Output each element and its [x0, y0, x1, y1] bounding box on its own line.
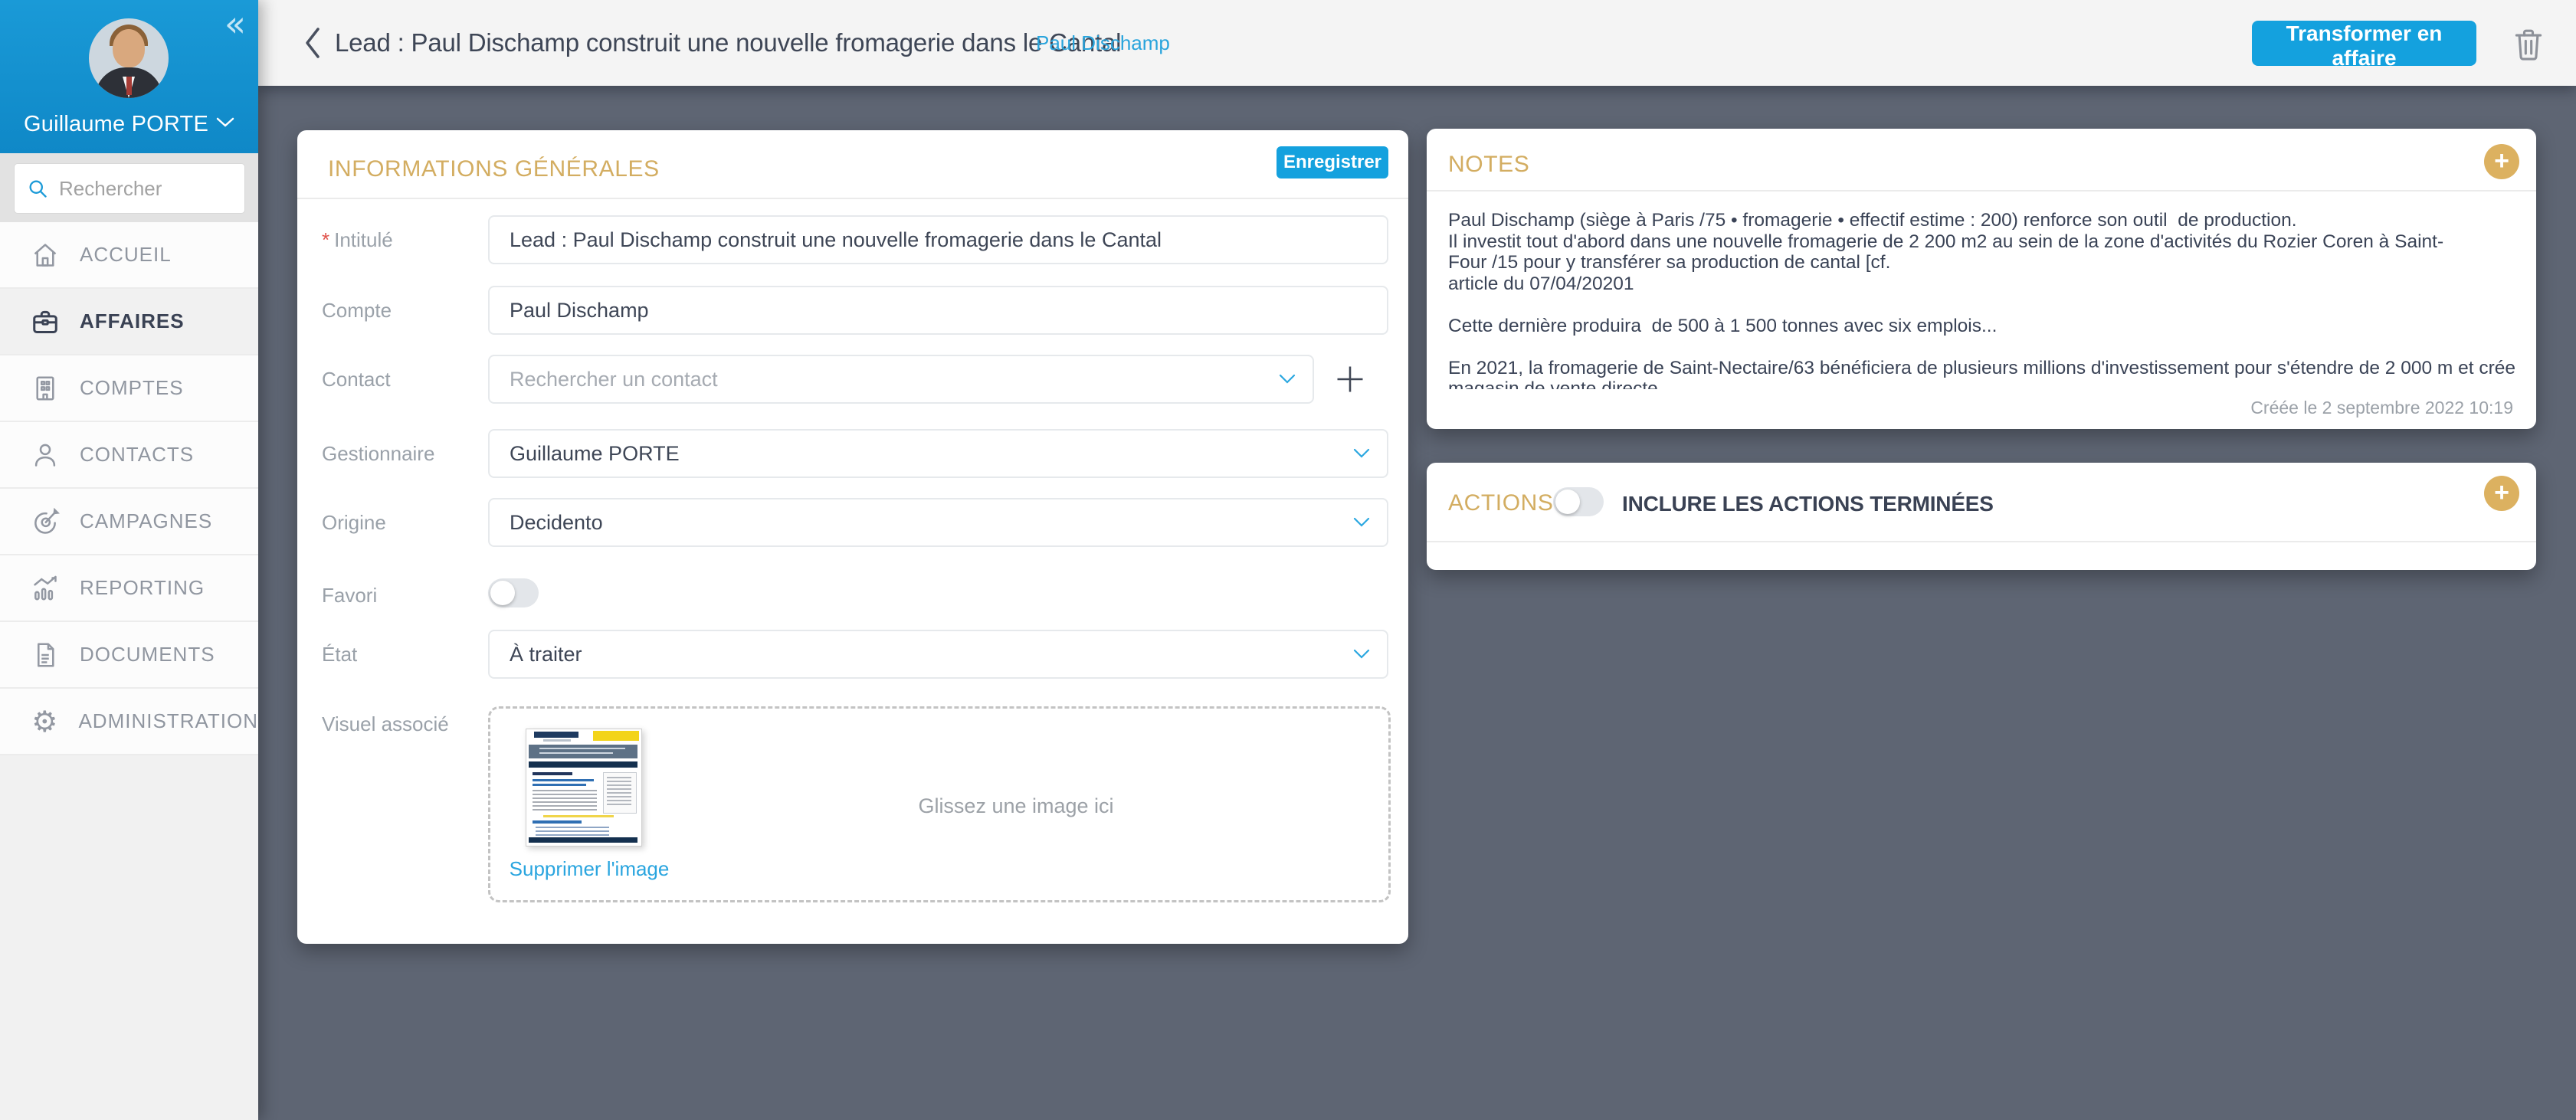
notes-card: NOTES + Paul Dischamp (siège à Paris /75…: [1427, 129, 2536, 429]
compte-input[interactable]: [490, 287, 1387, 333]
include-finished-actions-toggle[interactable]: [1553, 487, 1604, 516]
page-title: Lead : Paul Dischamp construit une nouve…: [335, 0, 1121, 86]
created-timestamp: Créée le 2 septembre 2022 10:19: [2250, 398, 2513, 418]
sidebar-item-accueil[interactable]: ACCUEIL: [0, 222, 258, 289]
sidebar-search-area: [0, 153, 258, 222]
gear-icon: ⚙: [29, 707, 60, 736]
origine-value: Decidento: [490, 511, 1353, 535]
required-marker: *: [322, 228, 329, 251]
toggle-knob: [490, 581, 515, 605]
favori-toggle[interactable]: [488, 578, 539, 607]
include-finished-actions-label: INCLURE LES ACTIONS TERMINÉES: [1622, 492, 1994, 516]
gestionnaire-select[interactable]: Guillaume PORTE: [488, 429, 1388, 478]
intitule-field: [488, 215, 1388, 264]
field-label-origine: Origine: [322, 511, 386, 535]
user-menu[interactable]: Guillaume PORTE: [0, 112, 258, 137]
divider: [1427, 541, 2536, 542]
informations-generales-card: INFORMATIONS GÉNÉRALES Enregistrer *Inti…: [297, 130, 1408, 944]
sidebar-item-label: REPORTING: [80, 576, 205, 600]
gestionnaire-value: Guillaume PORTE: [490, 442, 1353, 466]
origine-select[interactable]: Decidento: [488, 498, 1388, 547]
search-icon: [27, 178, 48, 199]
avatar-face: [113, 29, 145, 67]
compte-field: [488, 286, 1388, 335]
home-icon: [31, 241, 60, 270]
field-label-contact: Contact: [322, 368, 391, 391]
sidebar-item-documents[interactable]: DOCUMENTS: [0, 622, 258, 689]
top-bar: Lead : Paul Dischamp construit une nouve…: [258, 0, 2576, 86]
sidebar-menu: ACCUEIL AFFAIRES COMPTES CONTACTS CAMPAG…: [0, 222, 258, 755]
delete-image-link[interactable]: Supprimer l'image: [501, 857, 677, 881]
sidebar-item-administration[interactable]: ⚙ ADMINISTRATION: [0, 689, 258, 755]
target-icon: [31, 507, 60, 536]
search-input[interactable]: [57, 176, 244, 201]
sidebar-item-label: DOCUMENTS: [80, 643, 215, 666]
avatar-tie: [126, 77, 132, 95]
sidebar-item-comptes[interactable]: COMPTES: [0, 355, 258, 422]
add-action-button[interactable]: +: [2484, 476, 2519, 511]
field-label-etat: État: [322, 643, 357, 666]
sidebar-item-label: CAMPAGNES: [80, 509, 212, 533]
divider: [1427, 190, 2536, 192]
chevron-down-icon: [216, 117, 234, 128]
field-label-intitule: *Intitulé: [322, 228, 393, 252]
save-button[interactable]: Enregistrer: [1277, 146, 1388, 178]
sidebar-item-affaires[interactable]: AFFAIRES: [0, 289, 258, 355]
search-box[interactable]: [14, 163, 245, 214]
dropzone-hint: Glissez une image ici: [644, 794, 1388, 818]
sidebar-item-label: COMPTES: [80, 376, 184, 400]
etat-select[interactable]: À traiter: [488, 630, 1388, 679]
field-label-gestionnaire: Gestionnaire: [322, 442, 434, 466]
sidebar-header: « Guillaume PORTE: [0, 0, 258, 153]
chevron-down-icon: [1353, 448, 1370, 459]
building-icon: [31, 374, 60, 403]
notes-title: NOTES: [1448, 152, 1529, 178]
document-icon: [31, 640, 60, 670]
person-icon: [31, 440, 60, 470]
visual-thumbnail: [526, 729, 642, 847]
crm-app: « Guillaume PORTE ACCUEIL: [0, 0, 2576, 1120]
etat-value: À traiter: [490, 643, 1353, 666]
field-label-visuel: Visuel associé: [322, 712, 449, 736]
sidebar: « Guillaume PORTE ACCUEIL: [0, 0, 258, 1120]
contact-placeholder: Rechercher un contact: [490, 368, 1279, 391]
intitule-input[interactable]: [490, 217, 1387, 263]
back-icon[interactable]: [298, 25, 329, 61]
card-title: INFORMATIONS GÉNÉRALES: [328, 156, 660, 182]
sidebar-item-reporting[interactable]: REPORTING: [0, 555, 258, 622]
contact-select[interactable]: Rechercher un contact: [488, 355, 1314, 404]
briefcase-icon: [31, 307, 60, 336]
divider: [297, 198, 1408, 199]
sidebar-item-campagnes[interactable]: CAMPAGNES: [0, 489, 258, 555]
sidebar-item-label: CONTACTS: [80, 443, 194, 467]
sidebar-item-contacts[interactable]: CONTACTS: [0, 422, 258, 489]
chart-icon: [31, 574, 60, 603]
trash-icon[interactable]: [2512, 26, 2545, 63]
add-note-button[interactable]: +: [2484, 144, 2519, 179]
add-contact-icon[interactable]: [1333, 362, 1367, 396]
sidebar-item-label: ADMINISTRATION: [78, 709, 258, 733]
actions-title: ACTIONS: [1448, 490, 1554, 516]
toggle-knob: [1555, 490, 1580, 514]
notes-body: Paul Dischamp (siège à Paris /75 • froma…: [1448, 210, 2515, 389]
transform-button[interactable]: Transformer en affaire: [2252, 21, 2476, 66]
sidebar-item-label: ACCUEIL: [80, 243, 172, 267]
actions-card: ACTIONS INCLURE LES ACTIONS TERMINÉES +: [1427, 463, 2536, 570]
field-label-compte: Compte: [322, 299, 392, 323]
sidebar-item-label: AFFAIRES: [80, 309, 185, 333]
user-name: Guillaume PORTE: [24, 112, 208, 136]
collapse-sidebar-icon[interactable]: «: [224, 6, 246, 41]
account-link[interactable]: Paul Dischamp: [1036, 0, 1170, 86]
image-dropzone[interactable]: Supprimer l'image Glissez une image ici: [488, 706, 1391, 902]
chevron-down-icon: [1279, 374, 1296, 385]
chevron-down-icon: [1353, 649, 1370, 660]
avatar[interactable]: [89, 18, 169, 98]
chevron-down-icon: [1353, 517, 1370, 528]
field-label-favori: Favori: [322, 584, 377, 607]
